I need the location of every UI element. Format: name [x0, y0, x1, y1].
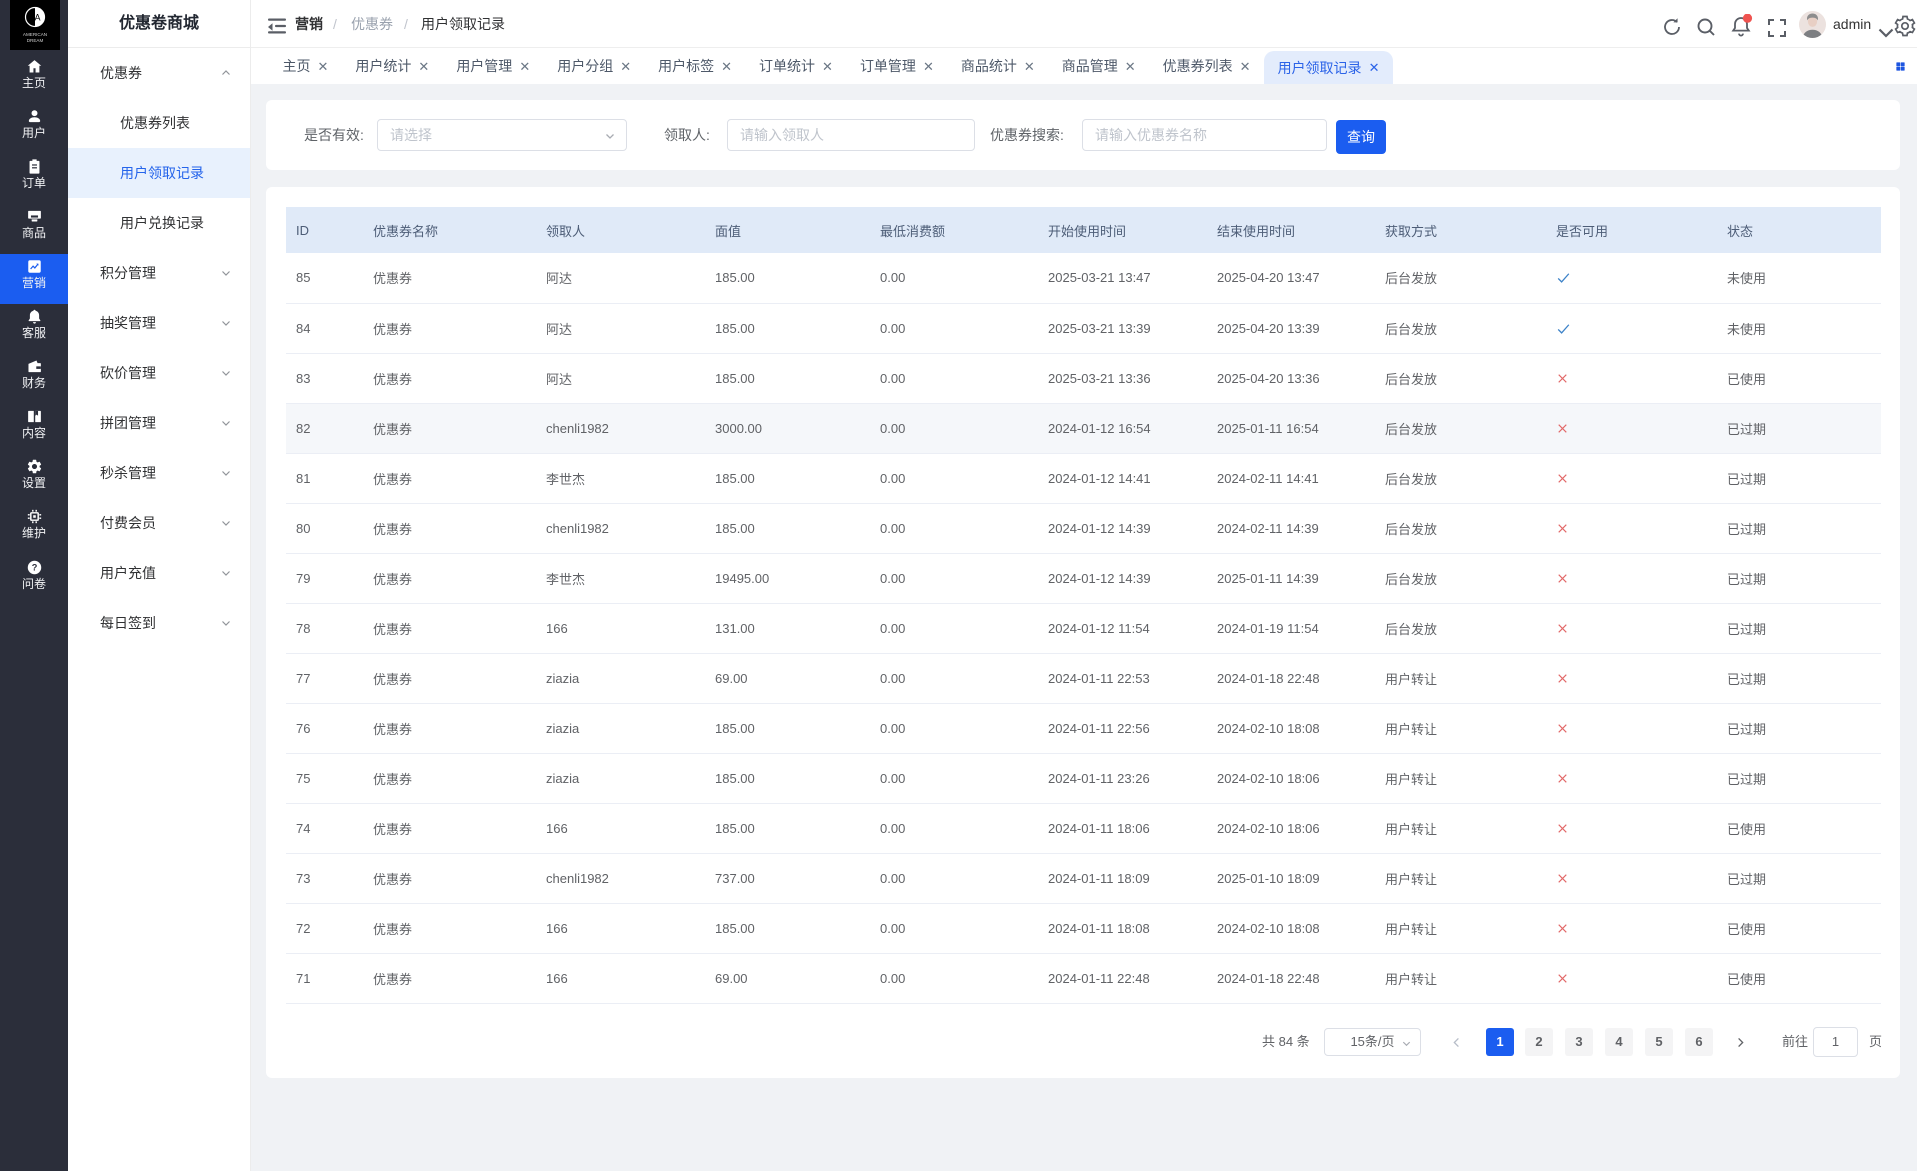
- svg-text:A: A: [34, 13, 40, 23]
- svg-text:DREAM: DREAM: [27, 38, 44, 43]
- svg-text:AMERICAN: AMERICAN: [23, 32, 47, 37]
- svg-text:?: ?: [31, 563, 37, 573]
